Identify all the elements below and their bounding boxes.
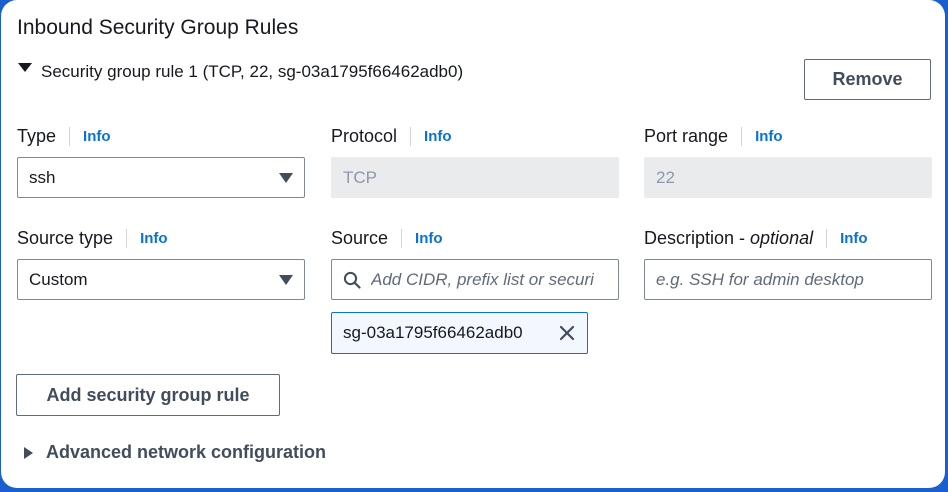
- description-label: Description -: [644, 228, 746, 248]
- source-type-select[interactable]: Custom: [17, 259, 305, 300]
- protocol-label: Protocol: [331, 126, 398, 146]
- source-label: Source: [331, 228, 389, 248]
- search-icon: [343, 271, 361, 289]
- type-select-value: ssh: [29, 167, 56, 187]
- advanced-network-expander[interactable]: Advanced network configuration: [24, 442, 326, 463]
- protocol-field: TCP: [331, 157, 619, 198]
- remove-button[interactable]: Remove: [804, 59, 931, 100]
- source-type-label: Source type: [17, 228, 114, 248]
- protocol-label-row: Protocol Info: [331, 126, 452, 147]
- divider: [126, 229, 128, 248]
- type-info-link[interactable]: Info: [83, 128, 111, 145]
- source-search-placeholder: Add CIDR, prefix list or securi: [371, 269, 594, 289]
- source-token: sg-03a1795f66462adb0: [331, 312, 588, 354]
- dropdown-caret-icon: [279, 274, 293, 285]
- port-range-field: 22: [644, 157, 932, 198]
- security-group-panel: Inbound Security Group Rules Security gr…: [1, 0, 945, 488]
- dropdown-caret-icon: [279, 172, 293, 183]
- type-label: Type: [17, 126, 57, 146]
- divider: [741, 127, 743, 146]
- source-token-label: sg-03a1795f66462adb0: [343, 323, 523, 342]
- description-optional-label: optional: [750, 228, 814, 248]
- rule-expander[interactable]: Security group rule 1 (TCP, 22, sg-03a17…: [18, 62, 463, 82]
- protocol-info-link[interactable]: Info: [424, 128, 452, 145]
- description-label-row: Description - optional Info: [644, 228, 868, 249]
- type-select[interactable]: ssh: [17, 157, 305, 198]
- port-range-label-row: Port range Info: [644, 126, 783, 147]
- source-info-link[interactable]: Info: [415, 230, 443, 247]
- source-label-row: Source Info: [331, 228, 443, 249]
- rule-header-label: Security group rule 1 (TCP, 22, sg-03a17…: [41, 62, 464, 81]
- port-range-info-link[interactable]: Info: [755, 128, 783, 145]
- protocol-value: TCP: [343, 167, 377, 187]
- port-range-label: Port range: [644, 126, 729, 146]
- description-info-link[interactable]: Info: [840, 230, 868, 247]
- description-placeholder: e.g. SSH for admin desktop: [656, 269, 864, 289]
- section-title: Inbound Security Group Rules: [17, 16, 299, 39]
- source-type-label-row: Source type Info: [17, 228, 168, 249]
- caret-right-icon: [24, 446, 33, 459]
- caret-down-icon: [18, 62, 32, 72]
- source-type-select-value: Custom: [29, 269, 88, 289]
- add-security-group-rule-button[interactable]: Add security group rule: [16, 374, 280, 416]
- divider: [401, 229, 403, 248]
- type-label-row: Type Info: [17, 126, 111, 147]
- divider: [826, 229, 828, 248]
- divider: [69, 127, 71, 146]
- source-search-input[interactable]: Add CIDR, prefix list or securi: [331, 259, 619, 300]
- source-type-info-link[interactable]: Info: [140, 230, 168, 247]
- description-input[interactable]: e.g. SSH for admin desktop: [644, 259, 932, 300]
- port-range-value: 22: [656, 167, 675, 187]
- divider: [410, 127, 412, 146]
- advanced-network-label: Advanced network configuration: [46, 442, 327, 462]
- close-icon[interactable]: [558, 324, 576, 342]
